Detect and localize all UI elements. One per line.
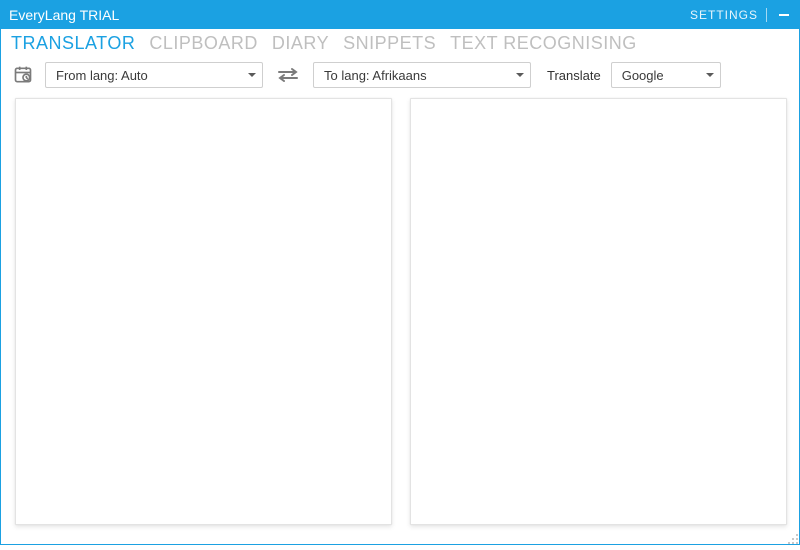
titlebar-separator [766, 8, 767, 22]
swap-arrows-icon [276, 67, 300, 83]
translate-engine-dropdown[interactable]: Google [611, 62, 721, 88]
tab-clipboard[interactable]: CLIPBOARD [149, 33, 258, 54]
target-text-area[interactable] [410, 98, 787, 525]
resize-grip-icon [787, 533, 799, 545]
translate-engine-label: Translate [547, 68, 601, 83]
swap-languages-button[interactable] [273, 62, 303, 88]
minimize-button[interactable] [775, 6, 793, 24]
caret-down-icon [248, 73, 256, 77]
caret-down-icon [706, 73, 714, 77]
tabbar: TRANSLATOR CLIPBOARD DIARY SNIPPETS TEXT… [1, 29, 800, 56]
to-language-value: To lang: Afrikaans [324, 68, 427, 83]
settings-link[interactable]: SETTINGS [690, 8, 758, 22]
translate-engine-value: Google [622, 68, 664, 83]
titlebar-actions: SETTINGS [690, 6, 793, 24]
from-language-value: From lang: Auto [56, 68, 148, 83]
tab-text-recognising[interactable]: TEXT RECOGNISING [450, 33, 637, 54]
translator-toolbar: From lang: Auto To lang: Afrikaans Trans… [1, 56, 800, 98]
translation-panes [1, 98, 800, 539]
window-title: EveryLang TRIAL [9, 7, 690, 23]
source-text-area[interactable] [15, 98, 392, 525]
titlebar: EveryLang TRIAL SETTINGS [1, 1, 800, 29]
resize-grip[interactable] [787, 532, 799, 544]
from-language-dropdown[interactable]: From lang: Auto [45, 62, 263, 88]
to-language-dropdown[interactable]: To lang: Afrikaans [313, 62, 531, 88]
tab-snippets[interactable]: SNIPPETS [343, 33, 436, 54]
history-button[interactable] [11, 63, 35, 87]
history-icon [13, 65, 33, 85]
tab-translator[interactable]: TRANSLATOR [11, 33, 135, 54]
caret-down-icon [516, 73, 524, 77]
tab-diary[interactable]: DIARY [272, 33, 329, 54]
minimize-icon [778, 9, 790, 21]
